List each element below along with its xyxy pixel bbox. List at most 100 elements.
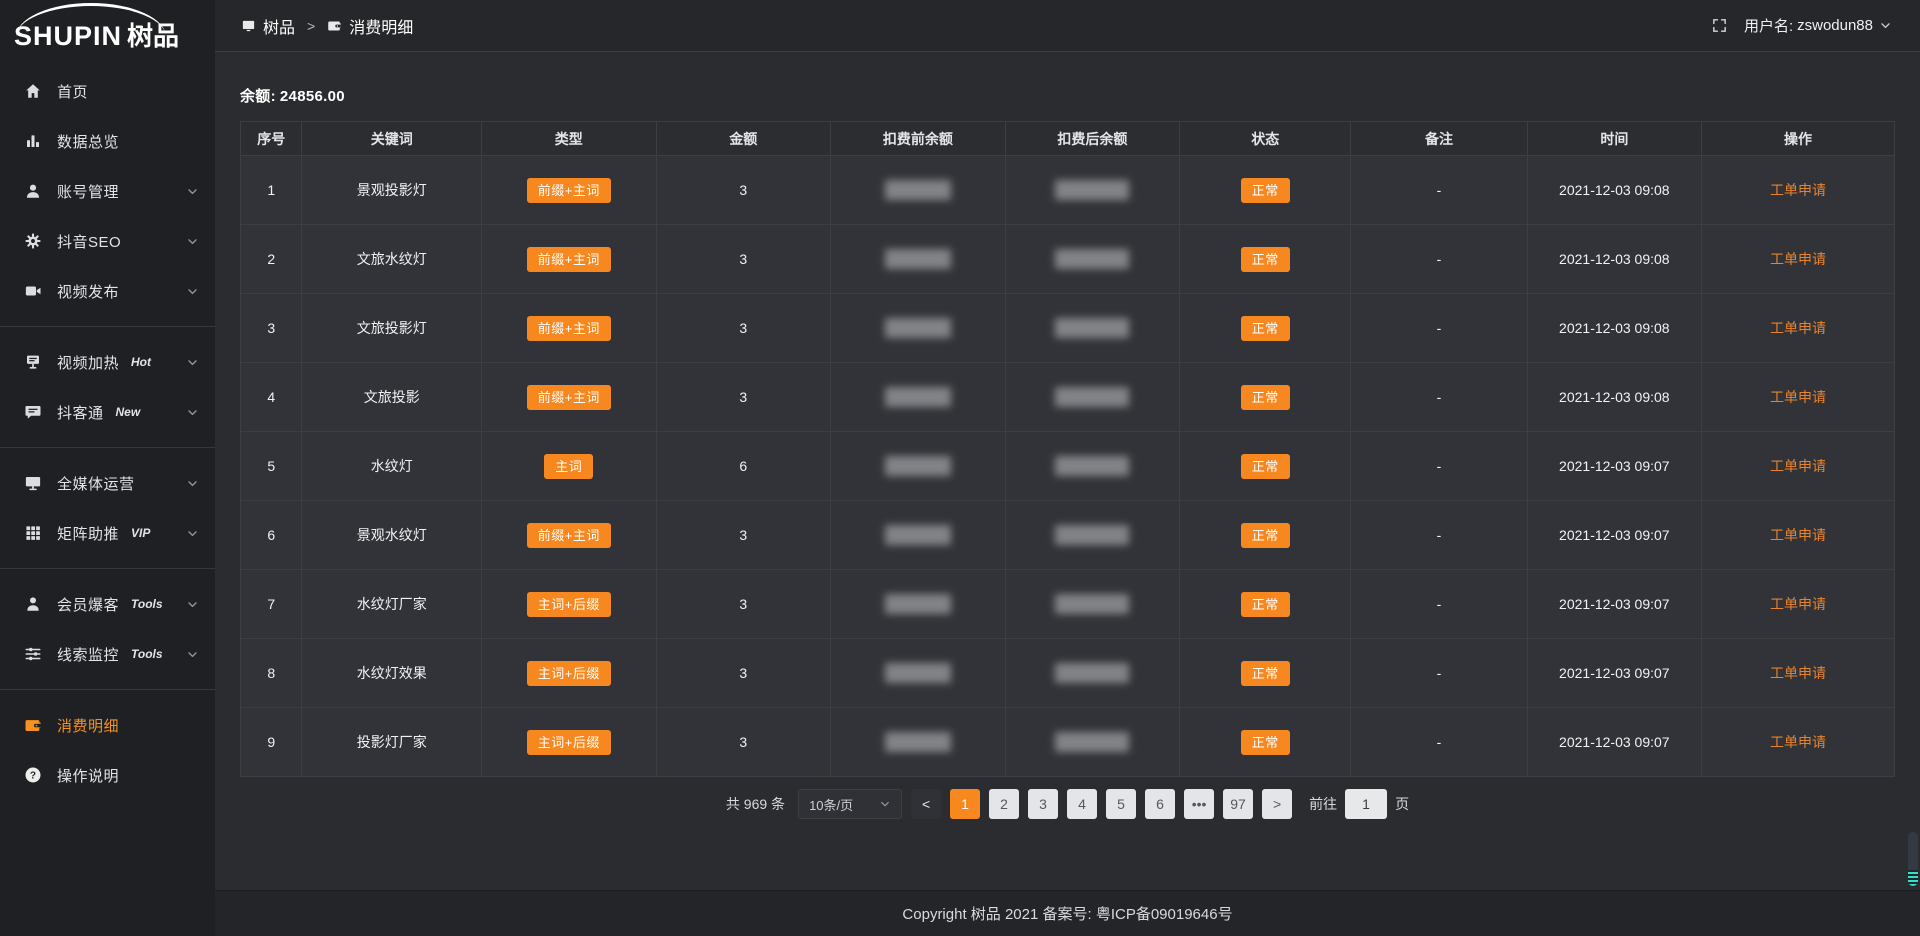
consumption-table: 序号 关键词 类型 金额 扣费前余额 扣费后余额 状态 (240, 121, 1895, 777)
sidebar-item[interactable]: 抖音SEO (0, 216, 215, 266)
cell-remark: - (1351, 225, 1527, 294)
ticket-request-link[interactable]: 工单申请 (1770, 596, 1826, 612)
brand-logo[interactable]: SHUPIN树品 (0, 0, 215, 58)
sidebar-item[interactable]: 数据总览 (0, 116, 215, 166)
sidebar-item-label: 账号管理 (57, 181, 119, 202)
cell-keyword: 水纹灯 (302, 432, 482, 501)
sidebar-item[interactable]: 操作说明 (0, 750, 215, 800)
breadcrumb-item-current[interactable]: 消费明细 (327, 14, 413, 38)
cell-time: 2021-12-03 09:07 (1527, 501, 1702, 570)
ticket-request-link[interactable]: 工单申请 (1770, 458, 1826, 474)
column-header: 关键词 (302, 122, 482, 156)
scroll-widget[interactable] (1908, 832, 1918, 886)
cell-remark: - (1351, 570, 1527, 639)
breadcrumb-label: 树品 (263, 14, 295, 38)
chevron-down-icon (186, 477, 199, 490)
sidebar-item[interactable]: 抖客通 New (0, 387, 215, 437)
type-badge: 前缀+主词 (527, 247, 611, 272)
ticket-request-link[interactable]: 工单申请 (1770, 527, 1826, 543)
ticket-request-link[interactable]: 工单申请 (1770, 182, 1826, 198)
sidebar-divider (0, 447, 215, 448)
next-icon: > (1273, 796, 1281, 812)
sidebar-item[interactable]: 消费明细 (0, 700, 215, 750)
breadcrumb-item-home[interactable]: 树品 (241, 14, 295, 38)
type-badge: 前缀+主词 (527, 385, 611, 410)
status-badge: 正常 (1241, 178, 1290, 203)
sidebar-item-label: 视频发布 (57, 281, 119, 302)
chat-bubble-icon (24, 403, 42, 421)
sidebar-item-badge: VIP (131, 526, 150, 540)
cell-remark: - (1351, 639, 1527, 708)
main-column: 树品 > 消费明细 用户名: zswodun88 (215, 0, 1920, 936)
page-button[interactable]: 3 (1028, 789, 1058, 819)
ticket-request-link[interactable]: 工单申请 (1770, 734, 1826, 750)
masked-balance-after (1055, 318, 1129, 338)
sidebar-item[interactable]: 线索监控 Tools (0, 629, 215, 679)
sidebar-item-label: 抖音SEO (57, 231, 121, 252)
total-count: 共 969 条 (726, 794, 785, 814)
masked-balance-after (1055, 594, 1129, 614)
cell-time: 2021-12-03 09:07 (1527, 639, 1702, 708)
sidebar-item-label: 操作说明 (57, 765, 119, 786)
masked-balance-before (885, 387, 951, 407)
breadcrumb: 树品 > 消费明细 (241, 14, 413, 38)
sidebar-item[interactable]: 账号管理 (0, 166, 215, 216)
page-button[interactable]: 1 (950, 789, 980, 819)
chevron-down-icon (186, 235, 199, 248)
sidebar: SHUPIN树品 首页 数据 (0, 0, 215, 936)
page-button[interactable]: 97 (1223, 789, 1253, 819)
masked-balance-after (1055, 732, 1129, 752)
masked-balance-before (885, 594, 951, 614)
column-header: 扣费前余额 (831, 122, 1006, 156)
chevron-down-icon (186, 598, 199, 611)
user-menu[interactable]: 用户名: zswodun88 (1744, 15, 1892, 36)
wallet-icon (24, 716, 42, 734)
page-button[interactable]: 4 (1067, 789, 1097, 819)
home-icon (24, 82, 42, 100)
sidebar-item[interactable]: 矩阵助推 VIP (0, 508, 215, 558)
status-badge: 正常 (1241, 454, 1290, 479)
masked-balance-after (1055, 387, 1129, 407)
content-area: 余额:24856.00 序号 关键词 类型 (215, 52, 1920, 890)
page-button[interactable]: 2 (989, 789, 1019, 819)
sidebar-item[interactable]: 视频发布 (0, 266, 215, 316)
sidebar-item[interactable]: 全媒体运营 (0, 458, 215, 508)
sidebar-item[interactable]: 会员爆客 Tools (0, 579, 215, 629)
page-size-select[interactable]: 10条/页 (798, 789, 902, 819)
heat-board-icon (24, 353, 42, 371)
ticket-request-link[interactable]: 工单申请 (1770, 320, 1826, 336)
table-row: 3 文旅投影灯 前缀+主词 3 正常 - 2021-12-03 09:08 工单… (241, 294, 1895, 363)
wallet-icon (327, 18, 342, 33)
sidebar-item[interactable]: 首页 (0, 66, 215, 116)
ticket-request-link[interactable]: 工单申请 (1770, 665, 1826, 681)
sidebar-item-badge: New (116, 405, 141, 419)
masked-balance-after (1055, 525, 1129, 545)
prev-page-button[interactable]: < (911, 789, 941, 819)
fullscreen-icon[interactable] (1711, 17, 1728, 34)
masked-balance-after (1055, 249, 1129, 269)
page-button[interactable]: 6 (1145, 789, 1175, 819)
ticket-request-link[interactable]: 工单申请 (1770, 251, 1826, 267)
sidebar-item-badge: Tools (131, 647, 163, 661)
pagination: 共 969 条 10条/页 < 1 2 3 (240, 789, 1895, 819)
gear-icon (24, 232, 42, 250)
cell-amount: 3 (656, 708, 831, 777)
ticket-request-link[interactable]: 工单申请 (1770, 389, 1826, 405)
column-header: 类型 (482, 122, 657, 156)
scroll-stripes (1908, 870, 1918, 886)
cell-index: 7 (241, 570, 302, 639)
cell-amount: 3 (656, 501, 831, 570)
cell-time: 2021-12-03 09:08 (1527, 156, 1702, 225)
cell-amount: 3 (656, 156, 831, 225)
sidebar-item[interactable]: 视频加热 Hot (0, 337, 215, 387)
cell-time: 2021-12-03 09:07 (1527, 570, 1702, 639)
sidebar-item-label: 全媒体运营 (57, 473, 135, 494)
table-row: 5 水纹灯 主词 6 正常 - 2021-12-03 09:07 工单申请 (241, 432, 1895, 501)
cell-keyword: 水纹灯厂家 (302, 570, 482, 639)
page-button[interactable]: 5 (1106, 789, 1136, 819)
masked-balance-after (1055, 180, 1129, 200)
screen-icon (241, 18, 256, 33)
goto-page-input[interactable] (1345, 789, 1387, 819)
page-button[interactable]: ••• (1184, 789, 1214, 819)
next-page-button[interactable]: > (1262, 789, 1292, 819)
